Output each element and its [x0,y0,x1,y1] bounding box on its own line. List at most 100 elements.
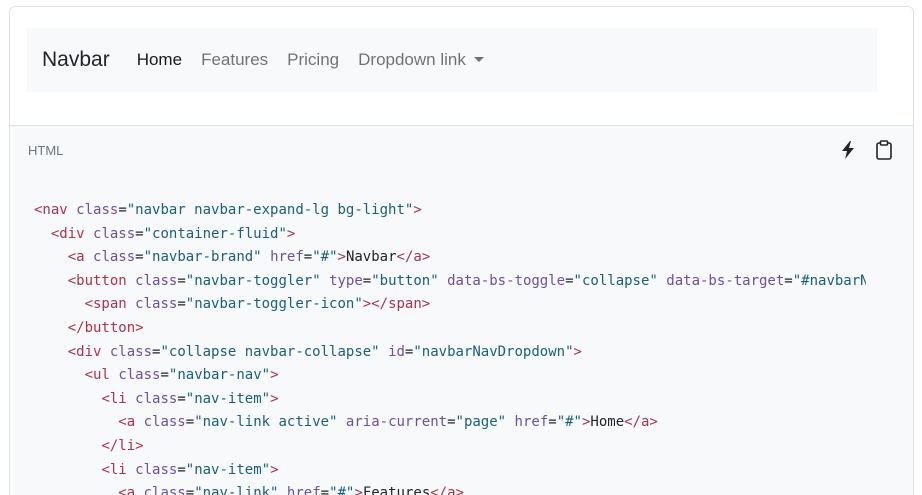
code-token: "page" [455,414,507,431]
code-token: </a> [430,485,464,495]
code-token: = [784,272,793,289]
code-line: </button> [34,317,866,341]
code-token: ></span> [362,296,431,313]
code-token: "nav-link active" [194,414,338,431]
code-line: <li class="nav-item"> [34,388,866,412]
code-token: > [286,225,296,242]
code-line: <li class="nav-item"> [34,459,866,483]
code-line: <nav class="navbar navbar-expand-lg bg-l… [34,199,866,223]
code-language-label: HTML [28,142,64,158]
code-token: <li [101,390,127,407]
code-token: "navbar-toggler-icon" [185,296,363,313]
dropdown-link-label: Dropdown link [358,50,466,69]
nav-link-dropdown[interactable]: Dropdown link [358,50,484,70]
code-token: <a [118,414,136,431]
code-token: id [388,343,405,360]
code-token: <li [101,461,127,478]
code-token: <a [67,249,85,266]
code-token: class [135,390,178,407]
code-token: "navbarNavDropdown" [413,343,574,360]
code-token: = [160,367,169,384]
code-token: > [270,367,279,384]
code-line: <div class="collapse navbar-collapse" id… [34,341,866,365]
code-content: <nav class="navbar navbar-expand-lg bg-l… [34,199,866,495]
navbar-preview: Navbar Home Features Pricing Dropdown li… [27,28,877,92]
code-token: = [565,272,574,289]
nav-link-home[interactable]: Home [137,50,182,70]
code-token: class [135,272,178,289]
code-token: class [135,461,178,478]
code-token: <span [84,296,127,313]
code-token: class [143,414,186,431]
nav-link-pricing[interactable]: Pricing [287,50,339,70]
code-token: "nav-link" [194,485,279,495]
code-token: "navbar-toggler" [185,272,321,289]
code-token: "#" [556,414,582,431]
code-line: <button class="navbar-toggler" type="but… [34,270,866,294]
code-token: class [109,343,153,360]
code-token: class [93,249,136,266]
code-token: > [270,390,279,407]
code-token: > [413,202,422,218]
code-token: = [185,485,195,495]
lightning-icon[interactable] [837,139,859,161]
code-token: Home [590,414,625,431]
code-token: "container-fluid" [143,225,287,242]
code-block[interactable]: <nav class="navbar navbar-expand-lg bg-l… [9,174,914,495]
code-token: class [76,202,119,218]
code-token: = [447,414,456,431]
code-token: > [573,343,582,360]
code-token: = [177,390,186,407]
clipboard-icon[interactable] [873,139,895,161]
code-token: "collapse" [573,272,658,289]
caret-down-icon [473,57,484,62]
code-token: = [135,249,144,266]
code-token: <nav [34,202,68,218]
code-token: "#navbarNavDropdown" [792,272,866,289]
nav-link-features[interactable]: Features [201,50,268,70]
code-token: href [514,414,549,431]
code-token: <button [67,272,127,289]
code-token: Features [362,485,431,495]
code-token: type [329,272,363,289]
code-token: "navbar navbar-expand-lg bg-light" [126,202,414,218]
code-token: <div [50,225,85,242]
navbar-brand[interactable]: Navbar [42,48,110,72]
code-token: <ul [84,367,110,384]
code-token: <a [118,485,136,495]
code-token: href [286,485,321,495]
code-token: class [135,296,178,313]
code-line: <span class="navbar-toggler-icon"></span… [34,293,866,317]
code-header: HTML [9,125,914,175]
code-token: = [548,414,557,431]
code-token: data-bs-target [666,272,785,289]
code-token: </li> [101,437,144,454]
code-token: <div [67,343,102,360]
code-token: = [362,272,372,289]
code-token: = [177,461,186,478]
code-line: <a class="navbar-brand" href="#">Navbar<… [34,246,866,270]
code-token: = [118,202,127,218]
code-token: = [320,485,330,495]
code-token: "collapse navbar-collapse" [160,343,380,360]
code-token: href [270,249,304,266]
code-line: <div class="container-fluid"> [34,223,866,247]
code-token: = [135,225,144,242]
